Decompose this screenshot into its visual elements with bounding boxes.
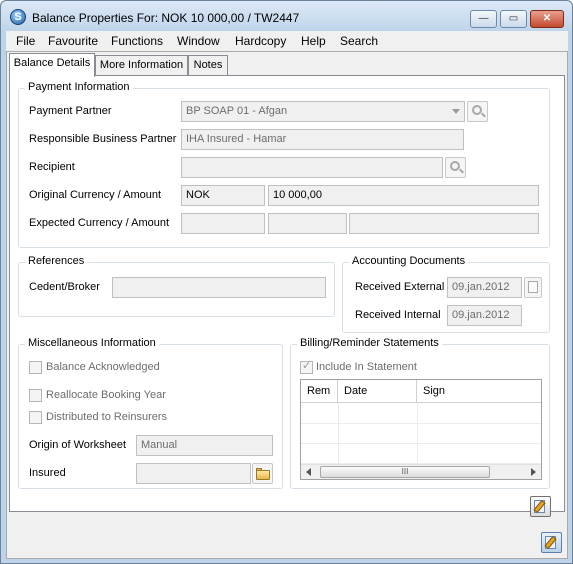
- menu-window[interactable]: Window: [177, 34, 220, 48]
- menu-file[interactable]: File: [16, 34, 35, 48]
- edit-balance-button[interactable]: [541, 532, 562, 553]
- references-group: References Cedent/Broker: [18, 255, 335, 317]
- accounting-documents-legend: Accounting Documents: [349, 255, 469, 267]
- distributed-to-reinsurers-label: Distributed to Reinsurers: [46, 411, 168, 423]
- application-window: S Balance Properties For: NOK 10 000,00 …: [0, 0, 573, 564]
- billing-reminder-legend: Billing/Reminder Statements: [297, 337, 442, 349]
- recipient-label: Recipient: [29, 161, 75, 173]
- tab-balance-details[interactable]: Balance Details: [9, 53, 95, 77]
- insured-field[interactable]: [136, 463, 251, 484]
- magnifier-handle: [459, 168, 464, 174]
- reallocate-booking-year-checkbox[interactable]: [29, 389, 42, 402]
- close-button[interactable]: ✕: [530, 10, 564, 28]
- statements-table[interactable]: Rem Date Sign III: [300, 379, 542, 480]
- recipient-search-button[interactable]: [445, 157, 466, 178]
- include-in-statement-checkbox[interactable]: [300, 359, 313, 374]
- accounting-documents-group: Accounting Documents Received External 0…: [342, 255, 550, 333]
- miscellaneous-information-group: Miscellaneous Information Balance Acknow…: [18, 337, 283, 489]
- payment-information-legend: Payment Information: [25, 81, 133, 93]
- scroll-right-icon[interactable]: [531, 468, 536, 476]
- title-bar[interactable]: S Balance Properties For: NOK 10 000,00 …: [1, 1, 572, 31]
- miscellaneous-information-legend: Miscellaneous Information: [25, 337, 159, 349]
- column-header-sign[interactable]: Sign: [417, 380, 541, 403]
- original-currency-label: Original Currency / Amount: [29, 189, 162, 201]
- scroll-left-icon[interactable]: [306, 468, 311, 476]
- app-logo-icon: S: [10, 9, 26, 25]
- edit-details-button[interactable]: [530, 496, 551, 517]
- payment-partner-search-button[interactable]: [467, 101, 488, 122]
- expected-extra-field[interactable]: [349, 213, 539, 234]
- original-amount-field[interactable]: 10 000,00: [268, 185, 539, 206]
- received-internal-label: Received Internal: [355, 309, 441, 321]
- expected-currency-label: Expected Currency / Amount: [29, 217, 170, 229]
- origin-of-worksheet-label: Origin of Worksheet: [29, 439, 127, 451]
- received-internal-field[interactable]: 09.jan.2012: [447, 305, 522, 326]
- balance-details-panel: Payment Information Payment Partner BP S…: [9, 75, 565, 517]
- table-row-divider: [301, 423, 541, 424]
- dialog-client-area: Balance Details More Information Notes P…: [6, 51, 568, 559]
- window-title: Balance Properties For: NOK 10 000,00 / …: [32, 11, 300, 25]
- payment-partner-value: BP SOAP 01 - Afgan: [186, 105, 288, 117]
- billing-reminder-group: Billing/Reminder Statements Include In S…: [290, 337, 550, 489]
- include-in-statement-label: Include In Statement: [316, 361, 417, 373]
- menu-hardcopy[interactable]: Hardcopy: [235, 34, 286, 48]
- tab-notes[interactable]: Notes: [188, 55, 228, 75]
- expected-currency-field[interactable]: [181, 213, 265, 234]
- responsible-partner-field[interactable]: IHA Insured - Hamar: [181, 129, 464, 150]
- chevron-down-icon: [452, 109, 460, 114]
- calendar-icon: [528, 281, 538, 293]
- menu-search[interactable]: Search: [340, 34, 378, 48]
- menu-help[interactable]: Help: [301, 34, 326, 48]
- table-column-divider: [417, 403, 418, 463]
- responsible-partner-label: Responsible Business Partner: [29, 133, 177, 145]
- menu-functions[interactable]: Functions: [111, 34, 163, 48]
- table-row-divider: [301, 443, 541, 444]
- original-currency-field[interactable]: NOK: [181, 185, 265, 206]
- menu-bar: File Favourite Functions Window Hardcopy…: [6, 31, 568, 51]
- magnifier-handle: [481, 112, 486, 118]
- cedent-broker-field[interactable]: [112, 277, 326, 298]
- insured-label: Insured: [29, 467, 66, 479]
- payment-partner-select[interactable]: BP SOAP 01 - Afgan: [181, 101, 465, 122]
- minimize-button[interactable]: —: [470, 10, 497, 28]
- column-header-rem[interactable]: Rem: [301, 380, 338, 403]
- scroll-thumb[interactable]: III: [320, 466, 490, 478]
- distributed-to-reinsurers-checkbox[interactable]: [29, 411, 42, 424]
- balance-acknowledged-label: Balance Acknowledged: [46, 361, 160, 373]
- reallocate-booking-year-label: Reallocate Booking Year: [46, 389, 166, 401]
- maximize-button[interactable]: ▭: [500, 10, 527, 28]
- references-legend: References: [25, 255, 88, 267]
- horizontal-scrollbar[interactable]: III: [301, 464, 541, 479]
- payment-information-group: Payment Information Payment Partner BP S…: [18, 81, 550, 248]
- received-external-field[interactable]: 09.jan.2012: [447, 277, 522, 298]
- cedent-broker-label: Cedent/Broker: [29, 281, 100, 293]
- table-column-divider: [338, 403, 339, 463]
- expected-amount-field[interactable]: [268, 213, 347, 234]
- recipient-field[interactable]: [181, 157, 443, 178]
- received-external-calendar-button[interactable]: [524, 277, 542, 298]
- menu-favourite[interactable]: Favourite: [48, 34, 98, 48]
- tab-more-information[interactable]: More Information: [95, 55, 188, 75]
- folder-open-icon: [256, 470, 270, 480]
- balance-acknowledged-checkbox[interactable]: [29, 361, 42, 374]
- origin-of-worksheet-field[interactable]: Manual: [136, 435, 273, 456]
- insured-browse-button[interactable]: [252, 463, 273, 484]
- column-header-date[interactable]: Date: [338, 380, 417, 403]
- received-external-label: Received External: [355, 281, 445, 293]
- payment-partner-label: Payment Partner: [29, 105, 112, 117]
